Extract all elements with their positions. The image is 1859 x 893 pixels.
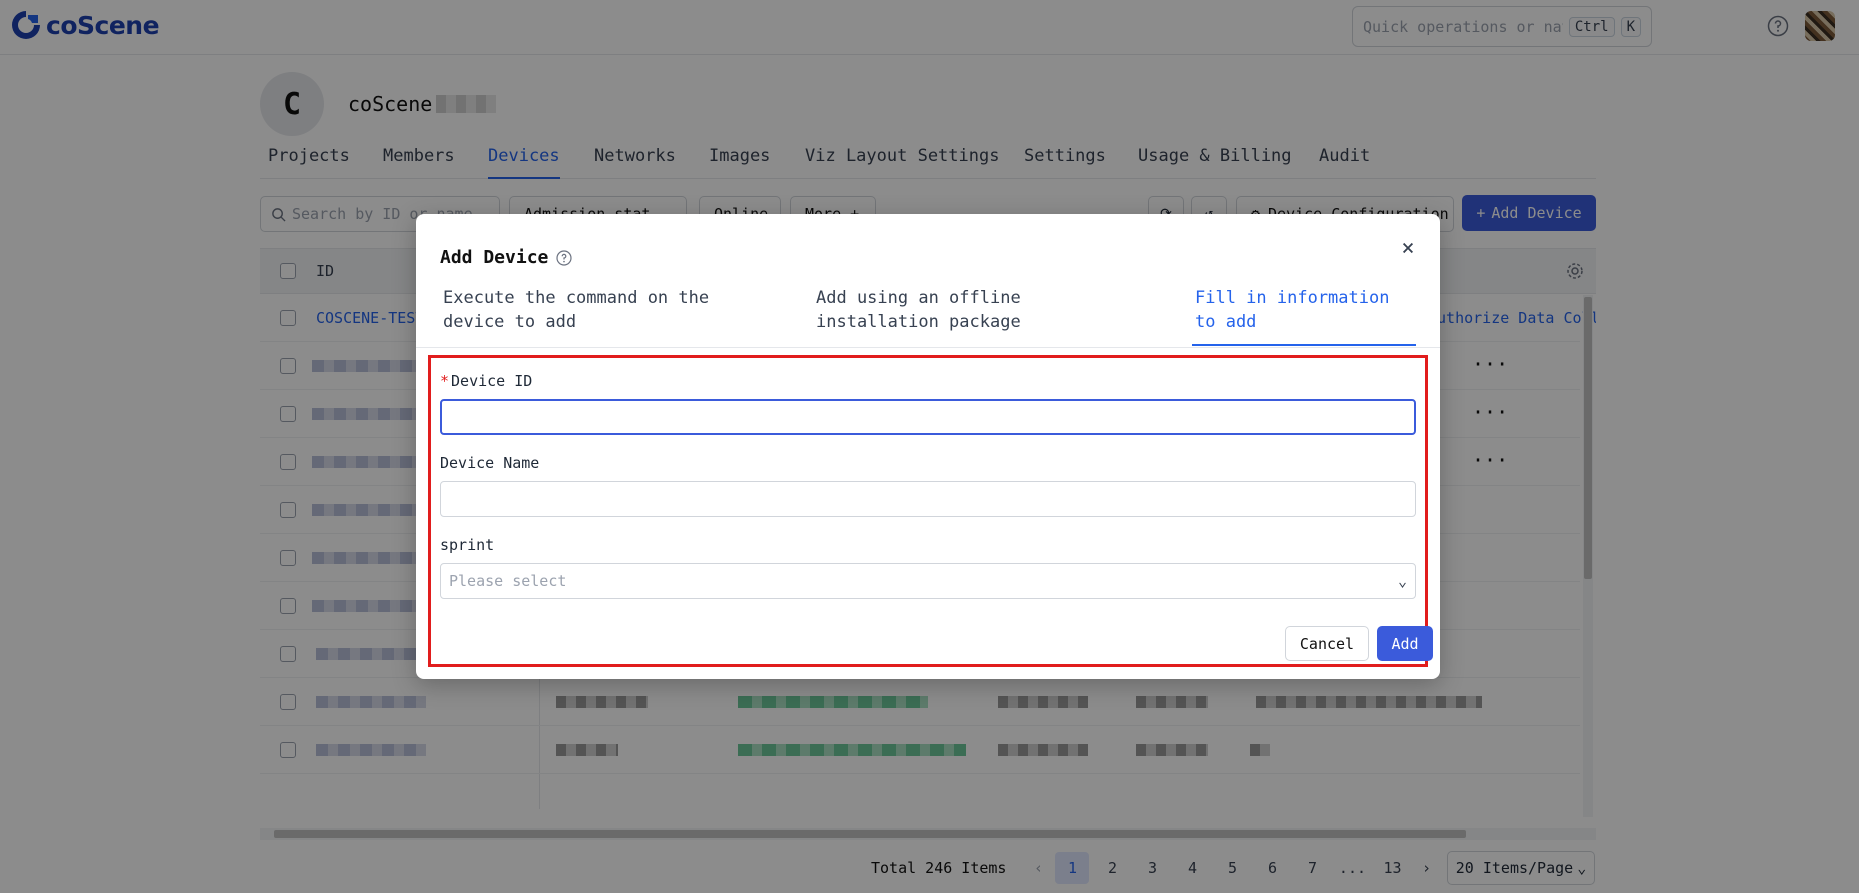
tab-offline-package[interactable]: Add using an offline installation packag… (816, 286, 1136, 334)
device-name-input[interactable] (440, 481, 1416, 517)
sprint-label: sprint (440, 536, 495, 554)
tab-fill-information[interactable]: Fill in information to add (1192, 286, 1416, 346)
device-name-label: Device Name (440, 454, 540, 472)
required-mark: * (440, 372, 450, 390)
add-device-dialog: Add Device × Execute the command on the … (416, 214, 1440, 679)
cancel-button[interactable]: Cancel (1285, 626, 1369, 661)
sprint-select[interactable]: Please select ⌄ (440, 563, 1416, 599)
dialog-title-text: Add Device (440, 247, 549, 268)
device-id-label-text: Device ID (451, 372, 533, 390)
device-id-input[interactable] (440, 399, 1416, 435)
chevron-down-icon: ⌄ (1397, 572, 1407, 590)
highlight-frame: * Device ID Device Name sprint Please sel… (428, 355, 1433, 667)
tab-execute-command[interactable]: Execute the command on the device to add (443, 286, 753, 334)
close-icon[interactable]: × (1396, 236, 1420, 261)
question-circle-icon[interactable] (556, 249, 572, 266)
device-id-label: * Device ID (440, 372, 532, 390)
sprint-placeholder: Please select (449, 572, 567, 590)
add-method-tabs: Execute the command on the device to add… (416, 286, 1440, 348)
add-button[interactable]: Add (1377, 626, 1433, 661)
dialog-title: Add Device (440, 247, 572, 268)
